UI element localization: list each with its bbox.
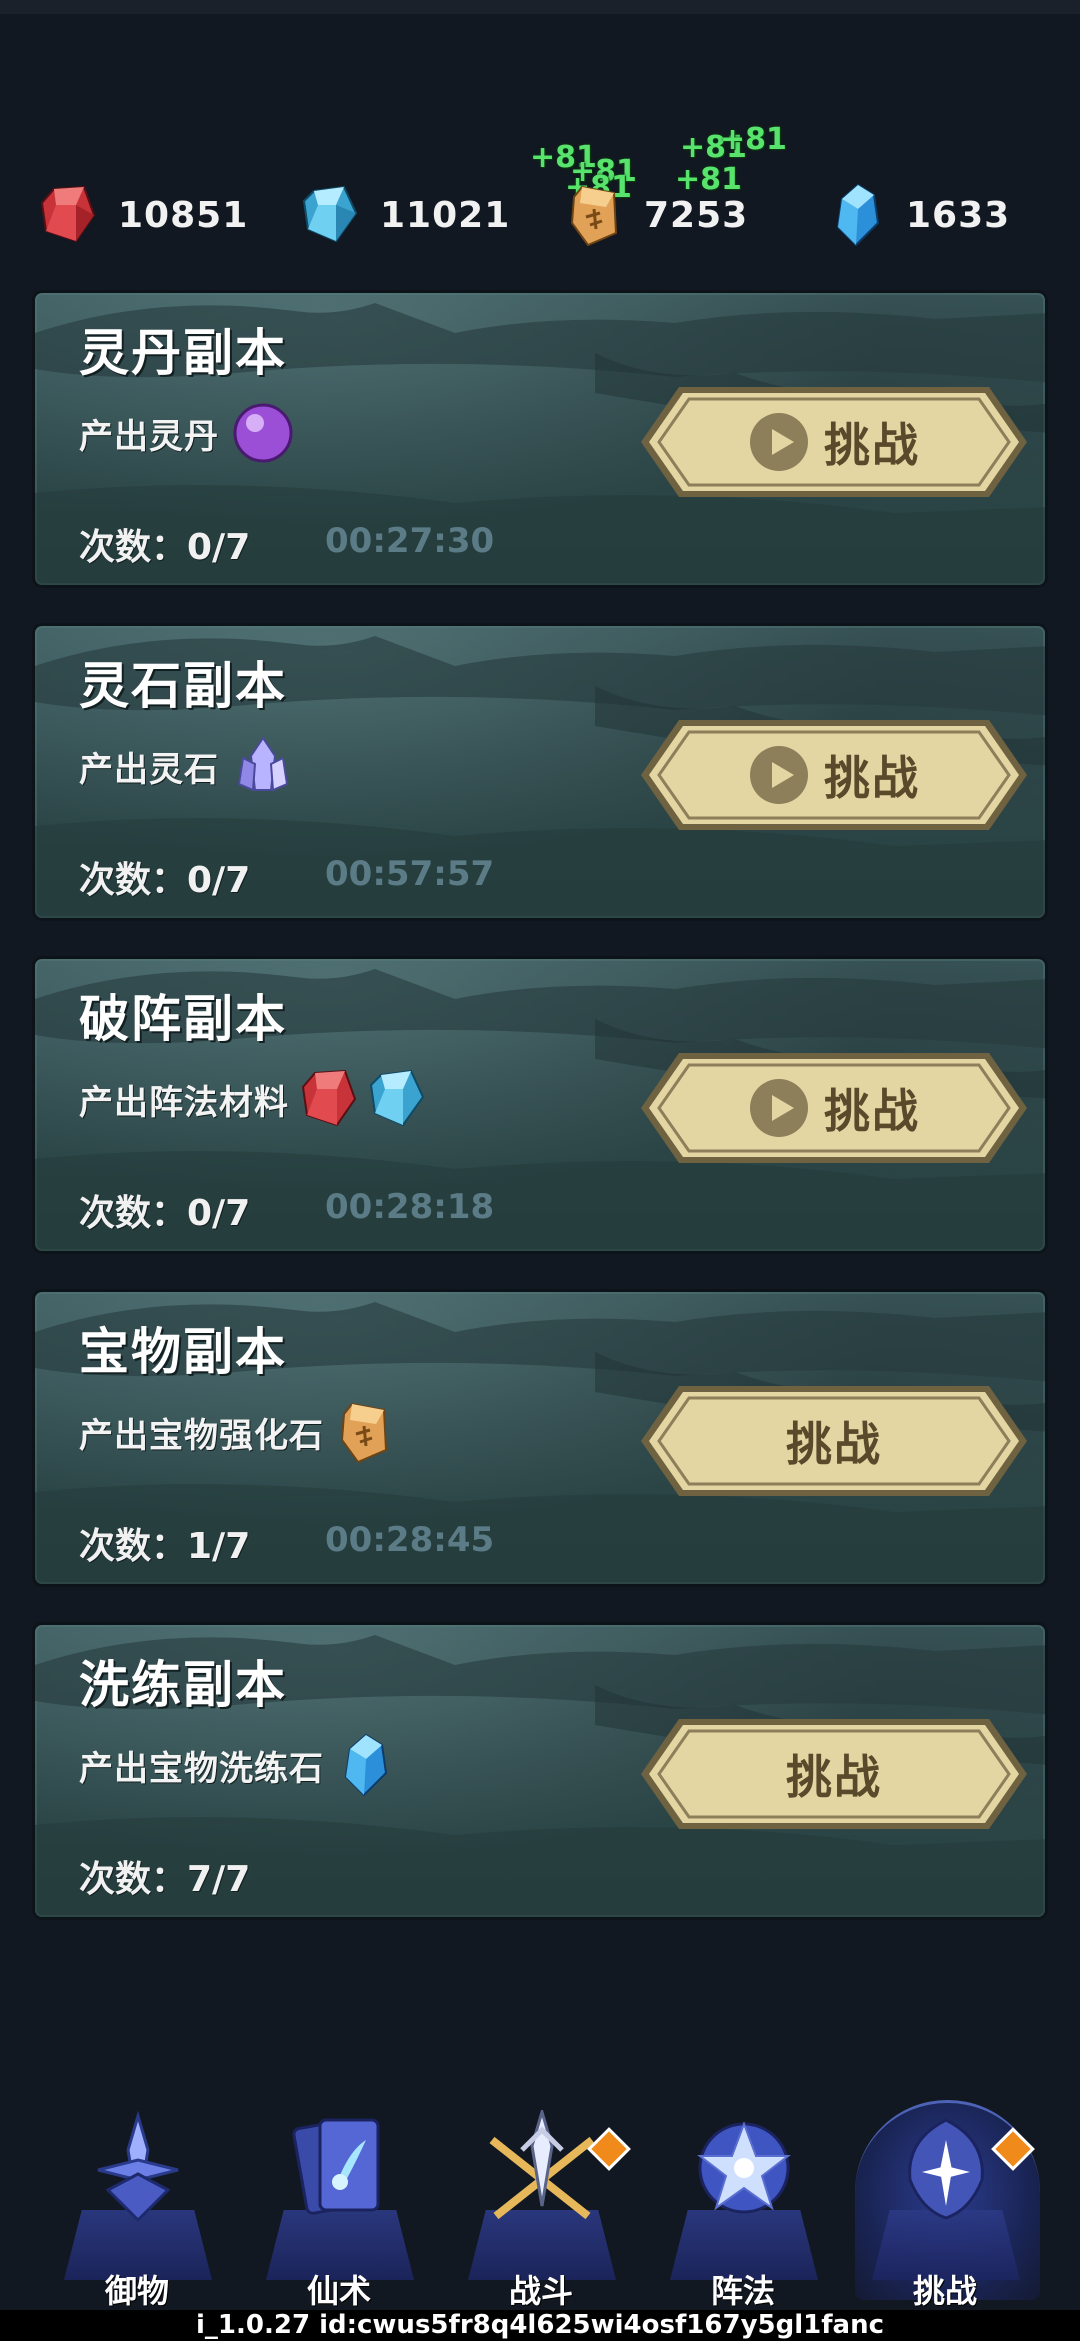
resource-value: 11021	[380, 194, 511, 236]
resource-red-gem[interactable]: 10851	[40, 175, 248, 255]
challenge-button-label: 挑战	[824, 1084, 920, 1138]
play-icon	[750, 746, 808, 804]
status-area	[0, 14, 1080, 164]
dungeon-title: 破阵副本	[79, 990, 287, 1048]
sword-emblem-icon	[97, 2110, 179, 2223]
nav-label: 仙术	[306, 2272, 371, 2310]
resource-bar: 10851 11021 7253 1633	[0, 175, 1080, 255]
resource-value: 10851	[118, 194, 249, 236]
challenge-button-content: 挑战	[639, 1384, 1029, 1498]
dungeon-attempt-count: 次数：0/7	[79, 1193, 251, 1234]
dungeon-attempt-count: 次数：1/7	[79, 1526, 251, 1567]
dungeon-attempt-count: 次数：7/7	[79, 1859, 251, 1900]
nav-item-zhenfa[interactable]: 阵法	[668, 2090, 828, 2310]
spirit-stone-icon	[237, 736, 289, 792]
challenge-button-label: 挑战	[824, 751, 920, 805]
bottom-nav: 御物 仙术 战斗 阵法 挑战	[0, 2090, 1080, 2310]
challenge-button-label: 挑战	[824, 418, 920, 472]
dungeon-card: 灵丹副本产出灵丹次数：0/7 00:27:30 挑战	[32, 290, 1048, 588]
formation-star-icon	[697, 2121, 791, 2214]
crossed-weapons-icon	[489, 2110, 595, 2220]
nav-label: 战斗	[508, 2272, 573, 2310]
dungeon-title: 宝物副本	[79, 1323, 287, 1381]
dungeon-attempt-count: 次数：0/7	[79, 860, 251, 901]
blue-gem-icon	[369, 1069, 425, 1127]
crystal-icon	[836, 183, 880, 247]
challenge-emblem-icon	[908, 2118, 984, 2220]
challenge-button-content: 挑战	[639, 718, 1029, 832]
version-text: i_1.0.27 id:cwus5fr8q4l625wi4osf167y5gl1…	[0, 2310, 1080, 2341]
notification-badge-icon	[991, 2127, 1035, 2171]
crystal-icon	[344, 1733, 388, 1797]
challenge-button-label: 挑战	[786, 1750, 882, 1804]
spell-card-icon	[292, 2118, 380, 2215]
play-icon	[750, 413, 808, 471]
challenge-button[interactable]: 挑战	[639, 1051, 1029, 1165]
challenge-button-label: 挑战	[786, 1417, 882, 1471]
dungeon-output-label: 产出宝物洗练石	[79, 1748, 324, 1789]
rune-stone-icon	[340, 1402, 388, 1464]
challenge-button[interactable]: 挑战	[639, 1384, 1029, 1498]
notification-badge-icon	[587, 2127, 631, 2171]
dungeon-output-label: 产出灵石	[79, 749, 219, 790]
dungeon-title: 灵丹副本	[79, 324, 287, 382]
dungeon-output-label: 产出灵丹	[79, 416, 219, 457]
dungeon-output: 产出阵法材料	[79, 1069, 425, 1129]
nav-item-xianshu[interactable]: 仙术	[264, 2090, 424, 2310]
dungeon-refresh-timer: 00:57:57	[325, 854, 495, 894]
nav-label: 挑战	[912, 2272, 977, 2310]
dungeon-refresh-timer: 00:28:45	[325, 1520, 495, 1560]
challenge-button-content: 挑战	[639, 385, 1029, 499]
purple-pill-icon	[233, 403, 293, 463]
blue-gem-icon	[302, 185, 358, 243]
challenge-button-content: 挑战	[639, 1051, 1029, 1165]
dungeon-card: 宝物副本产出宝物强化石 次数：1/7 00:28:45 挑战	[32, 1289, 1048, 1587]
dungeon-refresh-timer: 00:28:18	[325, 1187, 495, 1227]
challenge-button[interactable]: 挑战	[639, 385, 1029, 499]
resource-value: 1633	[906, 194, 1011, 236]
rune-stone-icon	[570, 185, 618, 247]
dungeon-refresh-timer: 00:27:30	[325, 521, 495, 561]
dungeon-card: 破阵副本产出阵法材料 次数：0/7 00:28:18 挑战	[32, 956, 1048, 1254]
challenge-button[interactable]: 挑战	[639, 1717, 1029, 1831]
resource-crystal[interactable]: 1633	[828, 175, 1010, 255]
nav-item-tiaozhan[interactable]: 挑战	[870, 2090, 1035, 2310]
challenge-button-content: 挑战	[639, 1717, 1029, 1831]
resource-blue-gem[interactable]: 11021	[302, 175, 510, 255]
dungeon-output: 产出宝物强化石	[79, 1402, 392, 1464]
nav-label: 御物	[104, 2272, 169, 2310]
dungeon-output-label: 产出阵法材料	[79, 1082, 289, 1123]
red-gem-icon	[40, 185, 96, 243]
play-icon	[750, 1079, 808, 1137]
dungeon-output: 产出宝物洗练石	[79, 1733, 392, 1797]
dungeon-card: 灵石副本产出灵石次数：0/7 00:57:57 挑战	[32, 623, 1048, 921]
challenge-button[interactable]: 挑战	[639, 718, 1029, 832]
top-band	[0, 0, 1080, 14]
resource-rune-stone[interactable]: 7253	[566, 175, 748, 255]
nav-label: 阵法	[710, 2272, 775, 2310]
dungeon-card: 洗练副本产出宝物洗练石 次数：7/7 挑战	[32, 1622, 1048, 1920]
dungeon-attempt-count: 次数：0/7	[79, 527, 251, 568]
dungeon-title: 灵石副本	[79, 657, 287, 715]
dungeon-output: 产出灵丹	[79, 403, 295, 463]
nav-item-yuwu[interactable]: 御物	[62, 2090, 222, 2310]
dungeon-output: 产出灵石	[79, 736, 295, 796]
dungeon-output-label: 产出宝物强化石	[79, 1415, 324, 1456]
nav-item-zhandou[interactable]: 战斗	[466, 2090, 631, 2310]
red-gem-icon	[301, 1069, 357, 1127]
resource-value: 7253	[644, 194, 749, 236]
dungeon-title: 洗练副本	[79, 1656, 287, 1714]
